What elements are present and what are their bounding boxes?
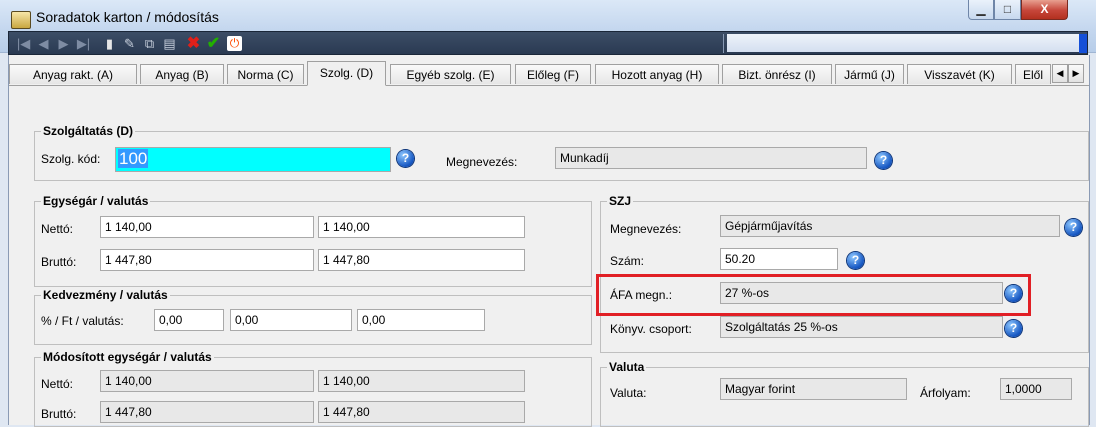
modositott-netto-label: Nettó: <box>41 377 74 391</box>
tab-egyeb-szolg[interactable]: Egyéb szolg. (E) <box>390 64 511 84</box>
kedvezmeny-percent-field[interactable]: 0,00 <box>154 309 224 331</box>
arfolyam-label: Árfolyam: <box>920 386 971 400</box>
paste-record-icon[interactable]: ▤ <box>161 35 178 52</box>
tab-bizt-onresz[interactable]: Bizt. önrész (I) <box>722 64 832 84</box>
group-title-valuta: Valuta <box>607 360 647 374</box>
afa-highlight-box <box>596 274 1031 316</box>
egysegar-brutto-label: Bruttó: <box>41 255 77 269</box>
next-record-icon[interactable]: ▶ <box>55 35 72 52</box>
egysegar-brutto-field[interactable]: 1 447,80 <box>100 249 314 271</box>
person-icon <box>1079 34 1087 53</box>
maximize-button[interactable]: □ <box>994 0 1021 20</box>
szj-konyv-help-icon[interactable]: ? <box>1005 320 1022 337</box>
first-record-icon[interactable]: |◀ <box>15 35 32 52</box>
egysegar-netto-valutas-field[interactable]: 1 140,00 <box>318 216 525 238</box>
szj-megnevezes-field[interactable]: Gépjárműjavítás <box>720 215 1060 237</box>
modositott-brutto-field[interactable]: 1 447,80 <box>100 401 314 423</box>
tab-eloleg[interactable]: Előleg (F) <box>515 64 591 84</box>
szolg-kod-field[interactable]: 100 <box>115 147 391 172</box>
szolg-kod-value: 100 <box>118 149 149 168</box>
arfolyam-field[interactable]: 1,0000 <box>1000 378 1072 400</box>
tab-scroll-right-icon[interactable]: ▶ <box>1068 64 1084 83</box>
tab-scroll-left-icon[interactable]: ◀ <box>1052 64 1068 83</box>
szj-konyv-field[interactable]: Szolgáltatás 25 %-os <box>720 316 1003 338</box>
tab-strip: Anyag rakt. (A) Anyag (B) Norma (C) Szol… <box>9 61 1089 86</box>
close-button[interactable]: X <box>1021 0 1068 20</box>
valuta-label: Valuta: <box>610 386 647 400</box>
delete-icon[interactable]: ✖ <box>185 35 202 52</box>
tab-anyag[interactable]: Anyag (B) <box>140 64 224 84</box>
tab-elol[interactable]: Elől <box>1015 64 1051 84</box>
tab-norma[interactable]: Norma (C) <box>227 64 304 84</box>
kedvezmeny-label: % / Ft / valutás: <box>41 314 124 328</box>
group-title-kedvezmeny: Kedvezmény / valutás <box>41 288 170 302</box>
modositott-brutto-label: Bruttó: <box>41 407 77 421</box>
window-app-icon <box>11 11 31 29</box>
szolg-megnevezes-field[interactable]: Munkadíj <box>555 147 867 169</box>
szolg-kod-help-icon[interactable]: ? <box>397 150 414 167</box>
ok-checkmark-icon[interactable]: ✔ <box>205 35 222 52</box>
prev-record-icon[interactable]: ◀ <box>35 35 52 52</box>
szolg-megnevezes-label: Megnevezés: <box>446 155 518 169</box>
szolg-megnevezes-help-icon[interactable]: ? <box>875 152 892 169</box>
kedvezmeny-ft-field[interactable]: 0,00 <box>230 309 352 331</box>
szj-megnevezes-label: Megnevezés: <box>610 222 682 236</box>
tab-szolg[interactable]: Szolg. (D) <box>307 61 386 86</box>
modositott-netto-valutas-field[interactable]: 1 140,00 <box>318 370 525 392</box>
egysegar-netto-label: Nettó: <box>41 222 74 236</box>
egysegar-brutto-valutas-field[interactable]: 1 447,80 <box>318 249 525 271</box>
group-title-egysegar: Egységár / valutás <box>41 194 151 208</box>
szj-szam-help-icon[interactable]: ? <box>847 252 864 269</box>
szj-szam-label: Szám: <box>610 254 645 268</box>
egysegar-netto-field[interactable]: 1 140,00 <box>100 216 314 238</box>
tab-jarmu[interactable]: Jármű (J) <box>835 64 904 84</box>
last-record-icon[interactable]: ▶| <box>75 35 92 52</box>
modositott-netto-field[interactable]: 1 140,00 <box>100 370 314 392</box>
modositott-brutto-valutas-field[interactable]: 1 447,80 <box>318 401 525 423</box>
minimize-button[interactable]: ▁ <box>968 0 994 20</box>
toolbar-separator <box>723 34 724 53</box>
group-egysegar: Egységár / valutás <box>34 194 592 287</box>
exit-power-icon[interactable]: ⏻ <box>227 36 242 51</box>
group-title-szj: SZJ <box>607 194 634 208</box>
valuta-field[interactable]: Magyar forint <box>720 378 907 400</box>
szj-konyv-label: Könyv. csoport: <box>610 322 692 336</box>
kedvezmeny-valutas-field[interactable]: 0,00 <box>357 309 485 331</box>
group-title-modositott: Módosított egységár / valutás <box>41 350 214 364</box>
copy-record-icon[interactable]: ⧉ <box>141 35 158 52</box>
toolbar: |◀ ◀ ▶ ▶| ▮ ✎ ⧉ ▤ ✖ ✔ ⏻ <box>8 31 1088 55</box>
szj-megnevezes-help-icon[interactable]: ? <box>1065 219 1082 236</box>
tab-anyag-rakt[interactable]: Anyag rakt. (A) <box>9 64 137 84</box>
toolbar-status-area <box>727 34 1081 52</box>
tab-hozott-anyag[interactable]: Hozott anyag (H) <box>595 64 719 84</box>
szolg-kod-label: Szolg. kód: <box>41 152 101 166</box>
window-title: Soradatok karton / módosítás <box>36 9 219 25</box>
szj-szam-field[interactable]: 50.20 <box>720 248 838 270</box>
tab-visszavet[interactable]: Visszavét (K) <box>907 64 1012 84</box>
edit-record-icon[interactable]: ✎ <box>121 35 138 52</box>
new-record-icon[interactable]: ▮ <box>101 35 118 52</box>
group-title-szolgaltatas: Szolgáltatás (D) <box>41 124 136 138</box>
record-form: Anyag rakt. (A) Anyag (B) Norma (C) Szol… <box>8 55 1090 427</box>
